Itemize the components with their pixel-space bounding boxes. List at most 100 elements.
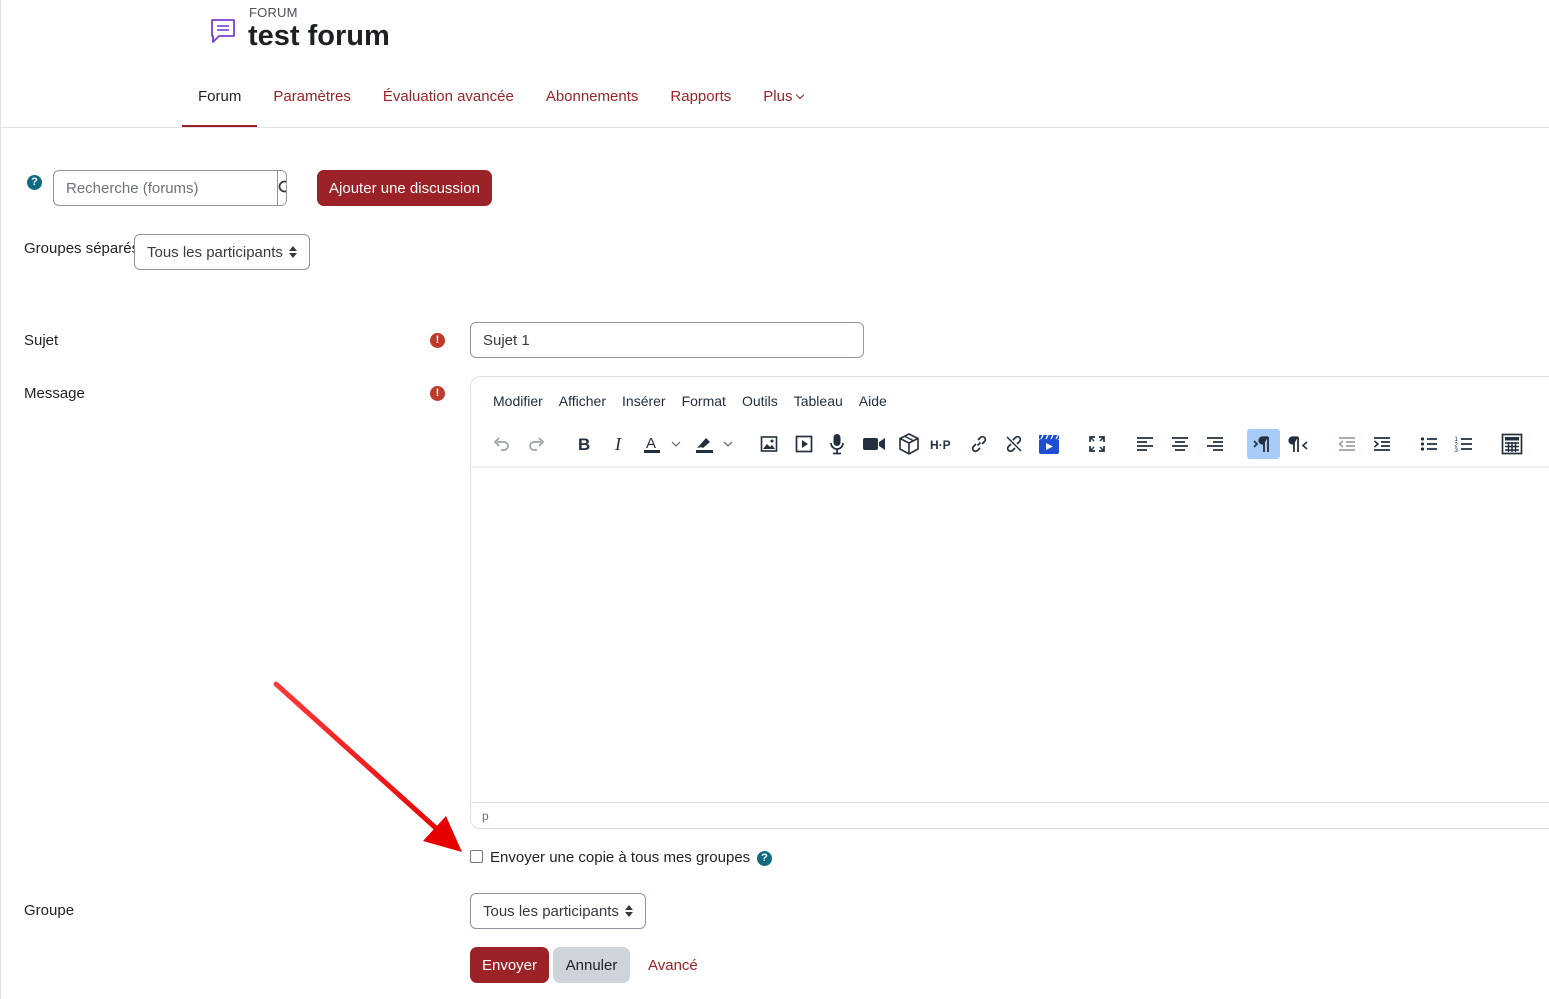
search-input[interactable] [54,171,277,205]
video-camera-icon [863,438,885,450]
menu-outils[interactable]: Outils [734,391,786,411]
add-discussion-button[interactable]: Ajouter une discussion [317,170,492,206]
video-service-button[interactable] [1034,429,1064,459]
align-center-button[interactable] [1165,429,1195,459]
align-center-icon [1172,437,1188,451]
menu-tableau[interactable]: Tableau [786,391,851,411]
search-icon [278,180,286,193]
module-type-label: FORUM [249,5,298,20]
bullet-list-icon [1420,437,1437,451]
tab-abonnements[interactable]: Abonnements [530,78,655,128]
submit-button[interactable]: Envoyer [470,947,549,983]
search-button[interactable] [277,171,286,205]
fullscreen-icon [1089,436,1105,452]
tab-forum[interactable]: Forum [182,78,258,128]
italic-button[interactable]: I [604,429,634,459]
nav-divider [0,127,1549,128]
h5p-icon: H·P [930,438,951,452]
cube-icon [899,433,919,455]
groups-mode-label: Groupes séparés [24,240,140,257]
italic-icon: I [614,434,622,454]
ltr-button[interactable] [1247,429,1280,459]
numbered-list-button[interactable]: 123 [1449,429,1479,459]
indent-button[interactable] [1367,429,1397,459]
group-value: Tous les participants [483,902,619,920]
groups-mode-value: Tous les participants [147,243,283,261]
outdent-button[interactable] [1332,429,1362,459]
align-left-button[interactable] [1130,429,1160,459]
group-label: Groupe [24,902,75,919]
highlight-color-button[interactable] [691,429,735,459]
bold-button[interactable]: B [569,429,599,459]
tab-parametres[interactable]: Paramètres [257,78,367,128]
redo-icon [529,437,545,451]
editor-menubar: Modifier Afficher Insérer Format Outils … [485,391,895,411]
copy-to-groups-checkbox[interactable] [470,850,483,863]
svg-text:A: A [646,435,656,452]
microphone-icon [830,434,844,455]
forum-search [53,170,287,206]
align-right-icon [1207,437,1223,451]
subject-input[interactable]: Sujet 1 [470,322,864,358]
unlink-icon [1006,435,1022,453]
insert-image-button[interactable] [754,429,784,459]
svg-text:3: 3 [1455,448,1459,454]
clapperboard-icon [1039,434,1059,454]
record-video-button[interactable] [859,429,889,459]
h5p-button[interactable]: H·P [928,429,958,459]
text-color-icon: A [644,435,681,453]
undo-button[interactable] [486,429,516,459]
text-color-button[interactable]: A [639,429,683,459]
page-title: test forum [248,20,390,52]
help-icon[interactable]: ? [757,851,772,866]
image-icon [760,436,778,452]
insert-link-button[interactable] [964,429,994,459]
menu-inserer[interactable]: Insérer [614,391,674,411]
message-label: Message [24,385,85,402]
record-audio-button[interactable] [822,429,852,459]
cancel-button[interactable]: Annuler [553,947,630,983]
remove-link-button[interactable] [999,429,1029,459]
equation-editor-button[interactable] [1497,429,1527,459]
content-bank-button[interactable] [894,429,924,459]
media-icon [795,435,813,453]
left-to-right-icon [1252,436,1269,452]
right-to-left-icon [1288,436,1308,452]
tab-rapports[interactable]: Rapports [654,78,747,128]
menu-modifier[interactable]: Modifier [485,391,551,411]
fullscreen-button[interactable] [1082,429,1112,459]
calculator-icon [1501,433,1523,455]
rtl-button[interactable] [1284,429,1314,459]
editor-toolbar: B I A H·P 1 2 3 [471,421,1549,466]
svg-text:H·P: H·P [930,438,951,452]
link-icon [971,435,987,453]
bold-icon: B [578,435,590,454]
tab-evaluation-avancee[interactable]: Évaluation avancée [367,78,530,128]
bullet-list-button[interactable] [1414,429,1444,459]
menu-aide[interactable]: Aide [851,391,895,411]
svg-text:B: B [578,435,590,454]
svg-text:I: I [614,434,622,454]
numbered-list-icon: 123 [1455,437,1472,454]
groups-mode-select[interactable]: Tous les participants [134,234,310,270]
menu-afficher[interactable]: Afficher [551,391,614,411]
advanced-link[interactable]: Avancé [648,957,698,974]
select-arrows-icon [625,905,633,917]
required-icon: ! [430,333,445,348]
left-border [0,0,1,999]
redo-button[interactable] [522,429,552,459]
undo-icon [493,437,509,451]
tab-more[interactable]: Plus [747,78,819,128]
menu-format[interactable]: Format [674,391,734,411]
editor-statusbar: p [471,802,1549,828]
editor-content-area[interactable] [473,469,1549,801]
group-select[interactable]: Tous les participants [470,893,646,929]
element-path[interactable]: p [482,809,489,823]
align-left-icon [1137,437,1153,451]
subject-label: Sujet [24,332,59,349]
select-arrows-icon [289,246,297,258]
insert-media-button[interactable] [789,429,819,459]
align-right-button[interactable] [1200,429,1230,459]
secondary-navigation: Forum Paramètres Évaluation avancée Abon… [182,78,819,128]
help-icon[interactable]: ? [27,175,42,190]
